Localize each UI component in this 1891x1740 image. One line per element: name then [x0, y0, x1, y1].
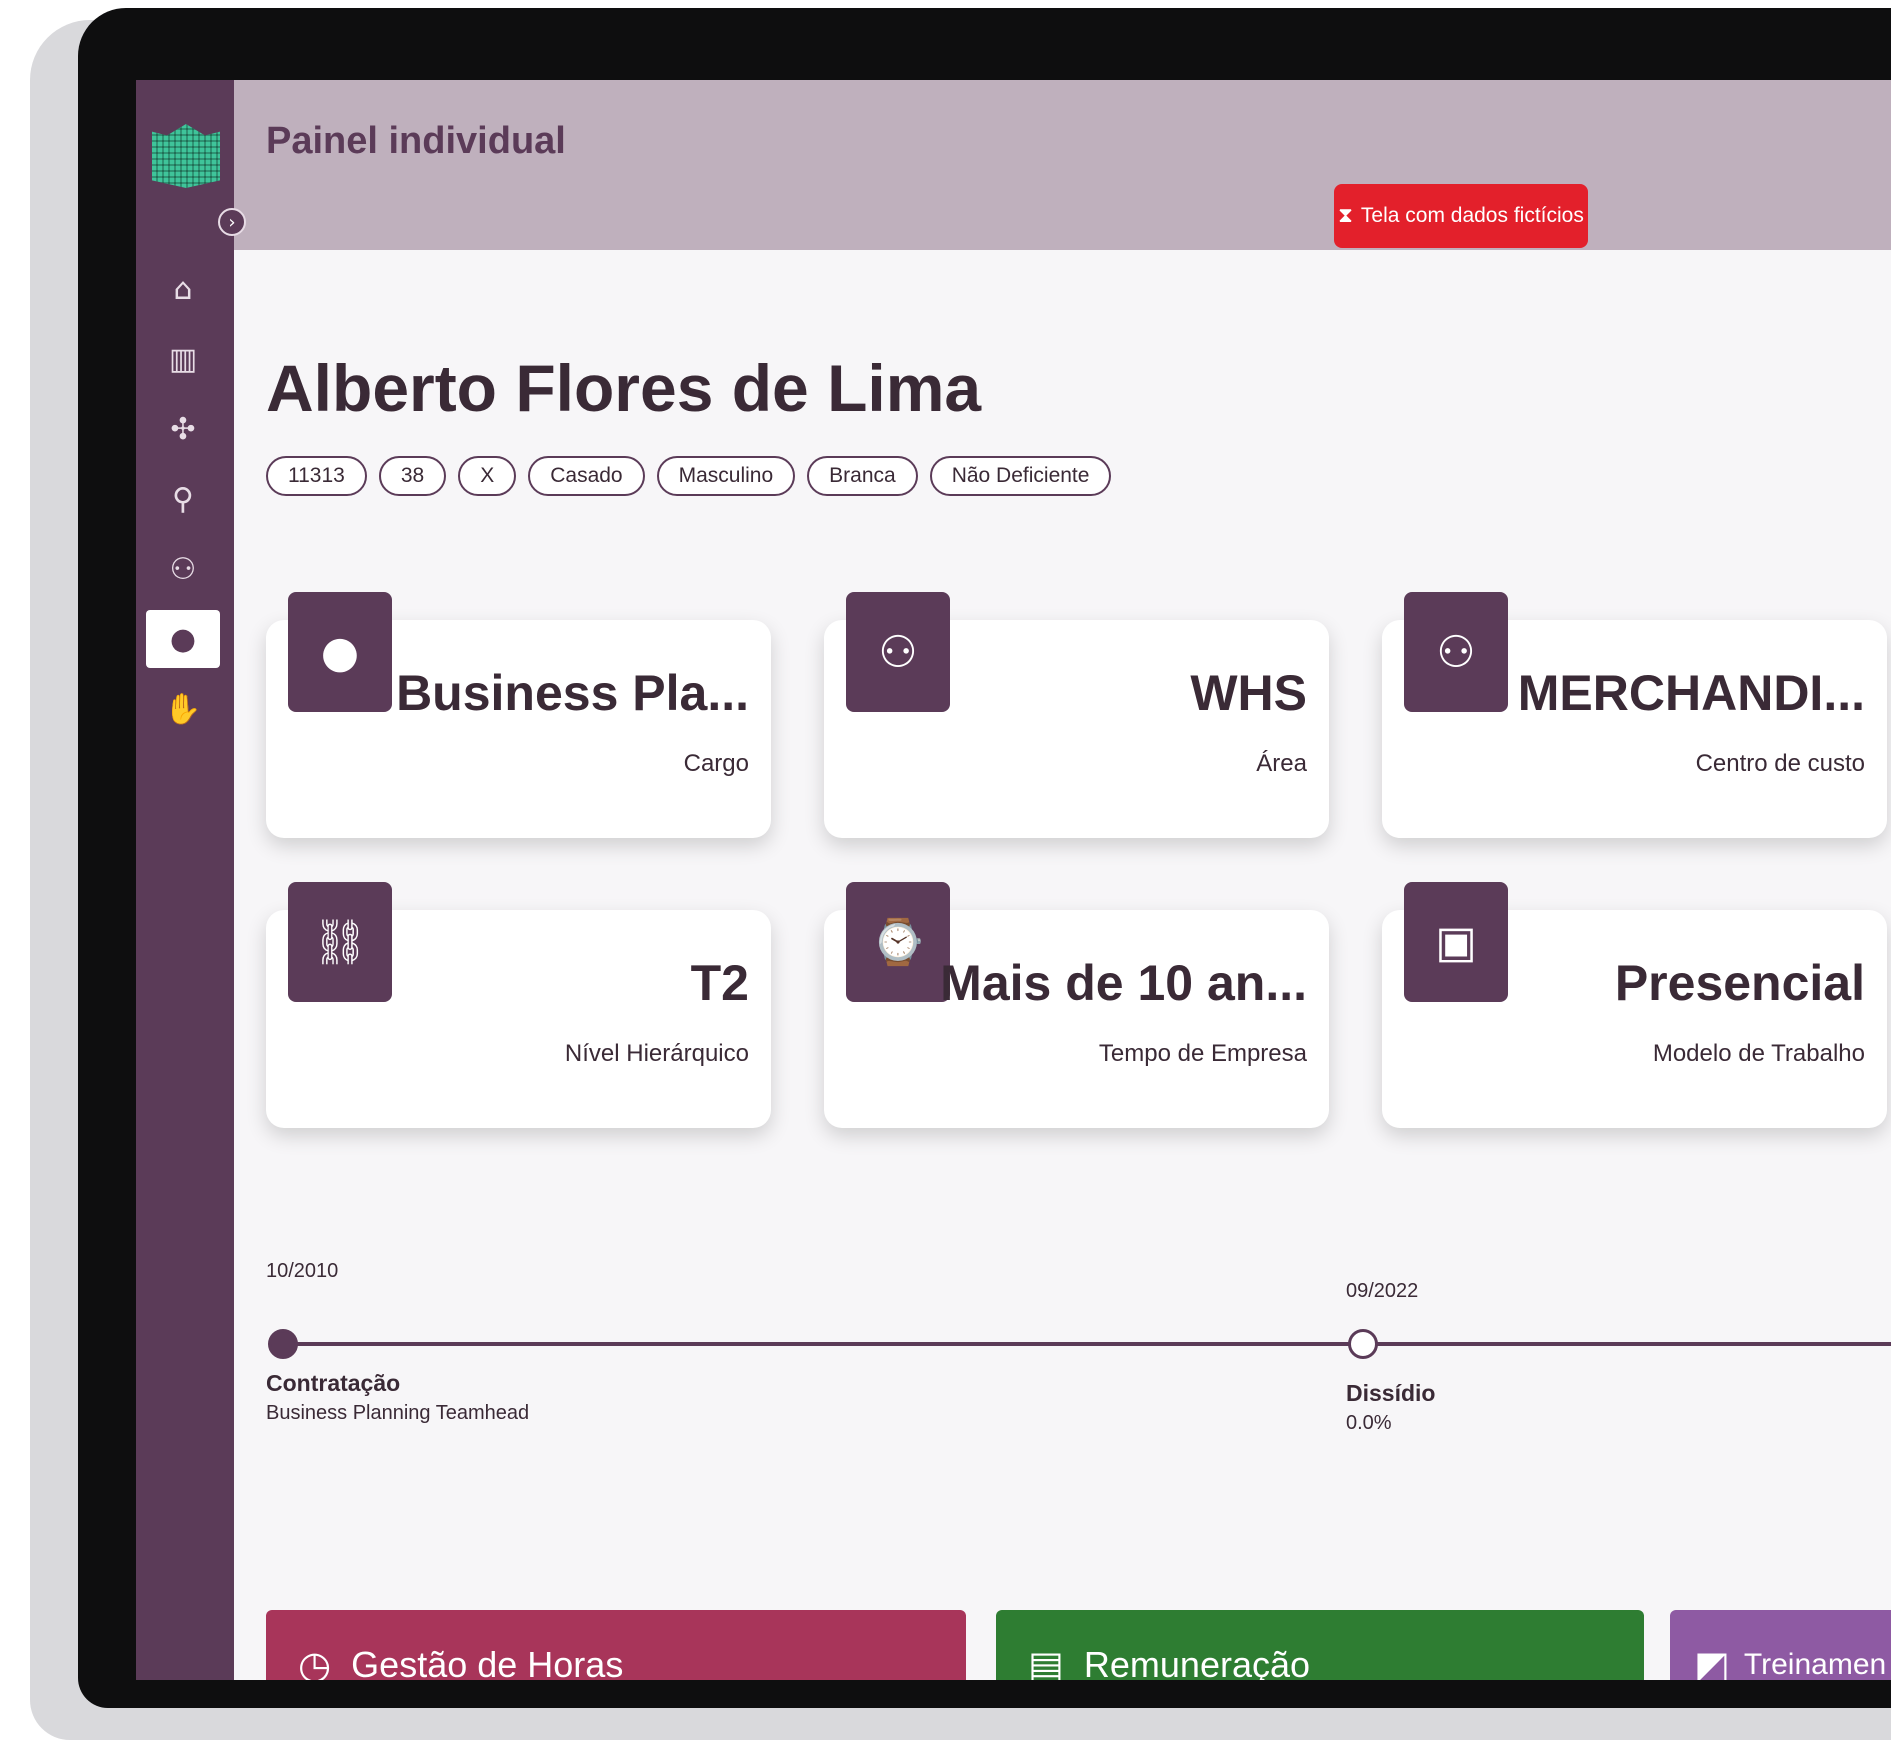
chart-icon: ▥	[168, 341, 198, 377]
team-icon: ⚇	[169, 551, 197, 587]
clock-icon: ◷	[298, 1643, 332, 1680]
main-content: Alberto Flores de Lima 11313 38 X Casado…	[234, 250, 1891, 1680]
card-label: Cargo	[683, 750, 749, 777]
tag-gender: Masculino	[656, 456, 796, 496]
tag-registration: 11313	[266, 456, 367, 496]
card-value: MERCHANDI...	[1517, 665, 1865, 721]
career-timeline: 10/2010 Contratação Business Planning Te…	[266, 1250, 1891, 1450]
card-label: Tempo de Empresa	[1098, 1040, 1307, 1067]
employee-name: Alberto Flores de Lima	[266, 351, 982, 425]
tag-age: 38	[378, 456, 447, 496]
app-logo[interactable]	[152, 124, 220, 188]
panel-title: Gestão de Horas	[351, 1644, 624, 1680]
sidebar-item-dashboard[interactable]: ▥	[146, 330, 220, 388]
timeline-date: 09/2022	[1346, 1280, 1419, 1302]
home-icon: ⌂	[173, 271, 193, 307]
card-label: Modelo de Trabalho	[1652, 1040, 1865, 1067]
card-modelo-de-trabalho[interactable]: ▣ Presencial Modelo de Trabalho	[1382, 882, 1887, 1128]
panel-gestao-de-horas[interactable]: ◷ Gestão de Horas	[266, 1610, 966, 1680]
panel-title: Remuneração	[1083, 1644, 1311, 1680]
group-icon: ⚇	[846, 592, 950, 712]
timeline-event-title: Contratação	[266, 1370, 401, 1396]
card-label: Área	[1256, 750, 1307, 777]
timeline-event-title: Dissídio	[1346, 1380, 1436, 1406]
sidebar-item-team[interactable]: ⚇	[146, 540, 220, 598]
briefcase-clock-icon: ⌚	[846, 882, 950, 1002]
tag-race: Branca	[807, 456, 918, 496]
card-centro-de-custo[interactable]: ⚇ MERCHANDI... Centro de custo	[1382, 592, 1887, 838]
timeline-event-subtitle: 0.0%	[1346, 1412, 1392, 1434]
card-value: Business Pla...	[396, 665, 749, 721]
training-icon: ◩	[1694, 1643, 1730, 1680]
sidebar-item-person-info[interactable]: ⚲	[146, 470, 220, 528]
hourglass-icon: ⧗	[1338, 204, 1353, 227]
card-value: Mais de 10 an...	[940, 955, 1307, 1011]
sidebar-item-handshake[interactable]: ✋	[146, 680, 220, 738]
card-value: T2	[690, 955, 749, 1011]
tag-marital-status: Casado	[528, 456, 645, 496]
user-icon: ●	[288, 592, 392, 712]
timeline-event-subtitle: Business Planning Teamhead	[266, 1402, 530, 1424]
page-title: Painel individual	[266, 120, 566, 162]
timeline-event-hiring[interactable]	[268, 1329, 298, 1359]
panel-title: Treinamen	[1743, 1648, 1887, 1680]
card-cargo[interactable]: ● Business Pla... Cargo	[266, 592, 771, 838]
sidebar-item-individual[interactable]: ●	[146, 610, 220, 668]
group-icon: ⚇	[1404, 592, 1508, 712]
card-label: Centro de custo	[1695, 750, 1865, 777]
sidebar-item-network[interactable]: ✣	[146, 400, 220, 458]
network-icon: ✣	[170, 411, 196, 447]
header: Painel individual ⧗ Tela com dados fictí…	[234, 80, 1891, 250]
handshake-icon: ✋	[164, 691, 202, 727]
person-info-icon: ⚲	[172, 481, 194, 517]
card-tempo-de-empresa[interactable]: ⌚ Mais de 10 an... Tempo de Empresa	[824, 882, 1329, 1128]
sidebar: ⌂ ▥ ✣ ⚲ ⚇ ● ✋	[136, 80, 234, 1680]
tag-disability: Não Deficiente	[929, 456, 1112, 496]
panel-remuneracao[interactable]: ▤ Remuneração	[996, 1610, 1644, 1680]
card-area[interactable]: ⚇ WHS Área	[824, 592, 1329, 838]
demo-badge-label: Tela com dados fictícios	[1360, 204, 1584, 227]
money-icon: ▤	[1028, 1643, 1064, 1680]
card-nivel-hierarquico[interactable]: ⛓ T2 Nível Hierárquico	[266, 882, 771, 1128]
briefcase-icon: ▣	[1404, 882, 1508, 1002]
timeline-date: 10/2010	[266, 1260, 339, 1282]
chevron-right-icon: ›	[228, 212, 236, 233]
card-label: Nível Hierárquico	[564, 1040, 749, 1067]
card-value: WHS	[1190, 665, 1307, 721]
demo-data-badge: ⧗ Tela com dados fictícios	[1334, 184, 1588, 248]
sidebar-collapse-toggle[interactable]: ›	[218, 208, 246, 236]
hierarchy-icon: ⛓	[288, 882, 392, 1002]
timeline-line	[282, 1342, 1891, 1346]
app-screen: ⌂ ▥ ✣ ⚲ ⚇ ● ✋ › Painel individual ⧗ Tela…	[136, 80, 1891, 1680]
tag-x: X	[458, 456, 517, 496]
employee-tags: 11313 38 X Casado Masculino Branca Não D…	[266, 456, 1112, 496]
panel-treinamento[interactable]: ◩ Treinamen	[1670, 1610, 1891, 1680]
card-value: Presencial	[1614, 955, 1865, 1011]
user-icon: ●	[169, 621, 197, 657]
timeline-event-dissidio[interactable]	[1348, 1329, 1378, 1359]
sidebar-item-home[interactable]: ⌂	[146, 260, 220, 318]
